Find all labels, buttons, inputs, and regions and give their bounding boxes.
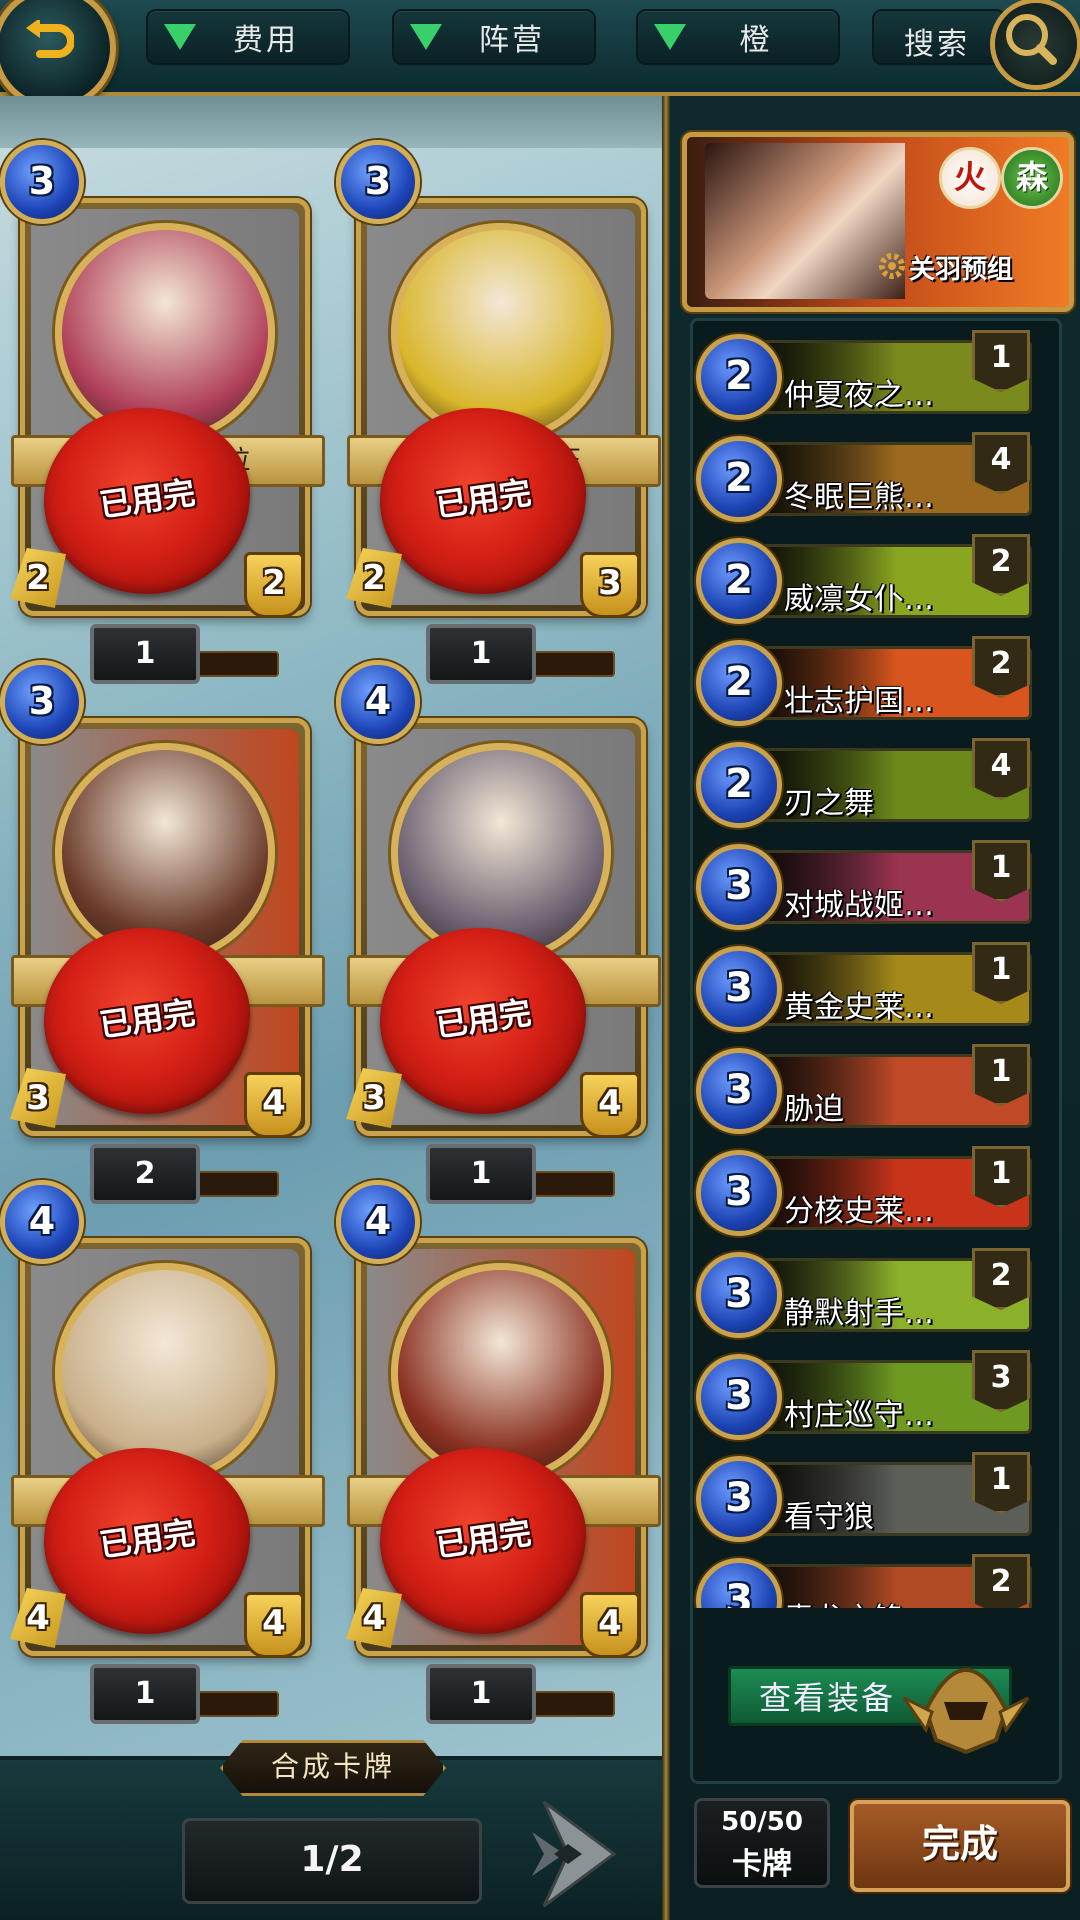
deck-preset-name: 关羽预组	[909, 255, 1014, 285]
hero-portrait	[705, 143, 905, 299]
used-up-label: 已用完	[97, 993, 198, 1045]
deck-item-name: 看守狼	[784, 1500, 874, 1535]
card-cost: 4	[336, 660, 420, 744]
deck-item-cost: 3	[696, 844, 782, 930]
deck-list-item[interactable]: 青龙之锋32	[696, 1552, 1036, 1608]
card-owned-count: 1	[426, 1664, 536, 1724]
card-cost: 4	[0, 1180, 84, 1264]
deck-list-item[interactable]: 对城战姬… 3 1	[696, 838, 1036, 930]
deck-item-name: 村庄巡守…	[784, 1398, 934, 1433]
page-indicator: 1/2	[182, 1818, 482, 1904]
done-button[interactable]: 完成	[850, 1800, 1070, 1892]
deck-list-item[interactable]: 冬眠巨熊… 2 4	[696, 430, 1036, 522]
deck-item-cost: 3	[696, 1354, 782, 1440]
forest-element-badge: 森	[1001, 147, 1063, 209]
deck-item-name: 壮志护国…	[784, 684, 934, 719]
magnifier-button[interactable]	[990, 0, 1080, 90]
deck-item-name: 黄金史莱…	[784, 990, 934, 1025]
search-icon	[1006, 14, 1057, 65]
search-button[interactable]: 搜索	[872, 9, 1006, 65]
hero-banner[interactable]: 火 森 关羽预组	[682, 132, 1074, 312]
cost-filter-button[interactable]: 费用	[146, 9, 350, 65]
dropdown-triangle-icon	[410, 24, 442, 50]
deck-list-item[interactable]: 胁迫 3 1	[696, 1042, 1036, 1134]
card-health: 3	[580, 552, 640, 618]
deck-card-count-label: 卡牌	[732, 1847, 792, 1882]
used-up-label: 已用完	[433, 1513, 534, 1565]
deck-list-item[interactable]: 刃之舞 2 4	[696, 736, 1036, 828]
deck-card-count-value: 50/50	[721, 1807, 803, 1837]
deck-item-cost: 2	[696, 436, 782, 522]
used-up-label: 已用完	[97, 473, 198, 525]
rarity-filter-label: 橙	[739, 23, 773, 58]
deck-item-cost: 3	[696, 1252, 782, 1338]
card-health: 4	[244, 1072, 304, 1138]
deck-item-quantity: 2	[972, 1554, 1030, 1608]
deck-list: 仲夏夜之… 2 1 冬眠巨熊… 2 4 威凛女仆… 2 2 壮志护国… 2 2 刃之舞 2 4 对城战姬… 3 1…	[690, 318, 1056, 1608]
deck-item-cost: 3	[696, 946, 782, 1032]
deck-item-cost: 2	[696, 640, 782, 726]
deck-list-item[interactable]: 威凛女仆… 2 2	[696, 532, 1036, 624]
deck-item-cost: 2	[696, 742, 782, 828]
deck-list-item[interactable]: 分核史莱… 3 1	[696, 1144, 1036, 1236]
card-health: 4	[580, 1592, 640, 1658]
cost-filter-label: 费用	[233, 23, 299, 58]
deck-list-item[interactable]: 仲夏夜之… 2 1	[696, 328, 1036, 420]
collection-card[interactable]: 黄金史莱姆王3已用完231	[336, 140, 661, 684]
deck-item-name: 对城战姬…	[784, 888, 934, 923]
deck-item-name: 仲夏夜之…	[784, 378, 934, 413]
collection-card[interactable]: 对城战姬·拉拉3已用完221	[0, 140, 325, 684]
card-cost: 4	[336, 1180, 420, 1264]
deck-item-cost: 2	[696, 334, 782, 420]
card-owned-count: 1	[90, 1664, 200, 1724]
deck-item-name: 胁迫	[784, 1092, 844, 1127]
deck-list-item[interactable]: 看守狼 3 1	[696, 1450, 1036, 1542]
fire-element-badge: 火	[939, 147, 1001, 209]
deck-list-item[interactable]: 壮志护国… 2 2	[696, 634, 1036, 726]
helmet-icon	[902, 1668, 1030, 1755]
panel-divider	[662, 96, 670, 1920]
deck-item-name: 威凛女仆…	[784, 582, 934, 617]
back-arrow-icon	[26, 20, 74, 58]
card-health: 2	[244, 552, 304, 618]
deck-item-cost: 3	[696, 1048, 782, 1134]
collection-card[interactable]: 青木·芙琳3已用完342	[0, 660, 325, 1204]
deck-list-item[interactable]: 黄金史莱… 3 1	[696, 940, 1036, 1032]
deck-item-name: 青龙之锋	[784, 1594, 904, 1608]
deck-item-cost: 3	[696, 1150, 782, 1236]
combine-cards-button[interactable]: 合成卡牌	[220, 1740, 446, 1796]
collection-card[interactable]: 毁灭者·特4已用完441	[336, 1180, 661, 1724]
next-page-icon[interactable]	[524, 1798, 618, 1910]
card-cost: 3	[0, 140, 84, 224]
deck-list-item[interactable]: 村庄巡守… 3 3	[696, 1348, 1036, 1440]
rarity-filter-button[interactable]: 橙	[636, 9, 840, 65]
search-label: 搜索	[904, 27, 970, 62]
card-health: 4	[244, 1592, 304, 1658]
faction-filter-button[interactable]: 阵营	[392, 9, 596, 65]
collection-top-strip	[0, 96, 662, 148]
faction-filter-label: 阵营	[479, 23, 545, 58]
used-up-label: 已用完	[433, 473, 534, 525]
deck-list-item[interactable]: 静默射手… 3 2	[696, 1246, 1036, 1338]
deck-item-cost: 2	[696, 538, 782, 624]
collection-card[interactable]: 鹅骑士·林4已用完441	[0, 1180, 325, 1724]
dropdown-triangle-icon	[654, 24, 686, 50]
card-health: 4	[580, 1072, 640, 1138]
deck-item-name: 冬眠巨熊…	[784, 480, 934, 515]
collection-card[interactable]: 戎装·米蕾4已用完341	[336, 660, 661, 1204]
deck-item-name: 静默射手…	[784, 1296, 934, 1331]
used-up-label: 已用完	[97, 1513, 198, 1565]
deck-card-count: 50/50 卡牌	[694, 1798, 830, 1888]
card-cost: 3	[0, 660, 84, 744]
deck-item-name: 分核史莱…	[784, 1194, 934, 1229]
gear-icon	[879, 253, 905, 279]
card-cost: 3	[336, 140, 420, 224]
deck-item-name: 刃之舞	[784, 786, 874, 821]
deck-item-cost: 3	[696, 1456, 782, 1542]
used-up-label: 已用完	[433, 993, 534, 1045]
dropdown-triangle-icon	[164, 24, 196, 50]
